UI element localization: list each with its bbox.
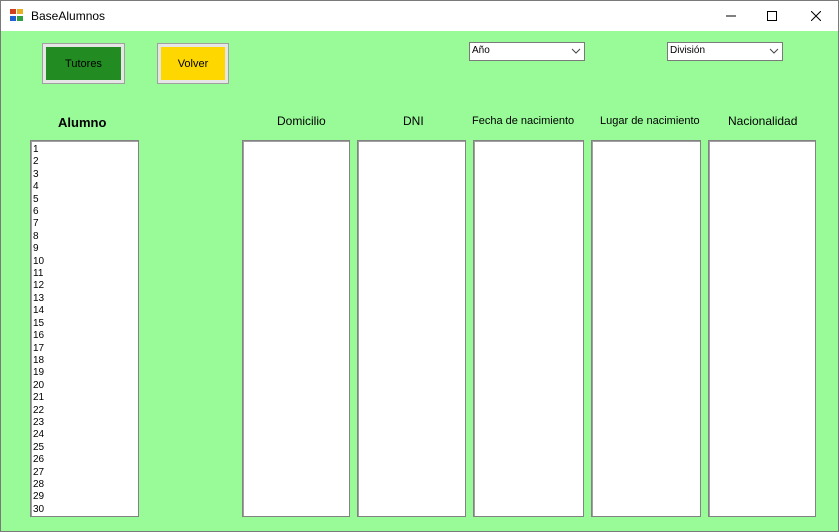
list-item[interactable]: 23 [33, 417, 44, 429]
tutores-button[interactable]: Tutores [42, 43, 125, 84]
fecha-nacimiento-listbox[interactable] [473, 140, 584, 517]
window-title: BaseAlumnos [31, 9, 106, 23]
list-item[interactable]: 28 [33, 479, 44, 491]
lugar-nacimiento-header: Lugar de nacimiento [600, 115, 700, 127]
list-item[interactable]: 24 [33, 429, 44, 441]
list-item[interactable]: 12 [33, 280, 44, 292]
domicilio-header: Domicilio [277, 114, 326, 128]
division-select-value: División [670, 45, 706, 56]
volver-button[interactable]: Volver [157, 43, 229, 84]
minimize-icon [726, 15, 736, 17]
maximize-icon [767, 11, 777, 21]
list-item[interactable]: 26 [33, 454, 44, 466]
anio-select[interactable]: Año [469, 42, 585, 61]
app-window: BaseAlumnos Tutores Volver Año División … [0, 0, 839, 532]
chevron-down-icon [769, 48, 779, 54]
list-item[interactable]: 27 [33, 467, 44, 479]
list-item[interactable]: 21 [33, 392, 44, 404]
list-item[interactable]: 10 [33, 256, 44, 268]
division-select[interactable]: División [667, 42, 783, 61]
list-item[interactable]: 13 [33, 293, 44, 305]
fecha-nacimiento-header: Fecha de nacimiento [472, 115, 575, 127]
close-icon [811, 11, 821, 21]
list-item[interactable]: 3 [33, 169, 44, 181]
list-item[interactable]: 22 [33, 405, 44, 417]
nacionalidad-listbox[interactable] [708, 140, 816, 517]
minimize-button[interactable] [708, 1, 754, 31]
list-item[interactable]: 8 [33, 231, 44, 243]
list-item[interactable]: 14 [33, 305, 44, 317]
list-item[interactable]: 11 [33, 268, 44, 280]
list-item[interactable]: 6 [33, 206, 44, 218]
list-item[interactable]: 30 [33, 504, 44, 516]
title-bar: BaseAlumnos [1, 1, 838, 31]
list-item[interactable]: 25 [33, 442, 44, 454]
alumno-listbox[interactable]: 1 2 3 4 5 6 7 8 9 10 11 12 13 14 15 16 17 18 19 20 21 22 23 24 2… [30, 140, 139, 517]
list-item[interactable]: 1 [33, 144, 44, 156]
chevron-down-icon [571, 48, 581, 54]
volver-button-face: Volver [161, 47, 225, 80]
tutores-button-face: Tutores [46, 47, 121, 80]
close-button[interactable] [793, 1, 839, 31]
list-item[interactable]: 19 [33, 367, 44, 379]
nacionalidad-header: Nacionalidad [728, 114, 798, 128]
list-item[interactable]: 18 [33, 355, 44, 367]
list-item[interactable]: 29 [33, 491, 44, 503]
alumno-list: 1 2 3 4 5 6 7 8 9 10 11 12 13 14 15 16 17 18 19 20 21 22 23 24 2… [33, 144, 44, 516]
list-item[interactable]: 17 [33, 343, 44, 355]
lugar-nacimiento-listbox[interactable] [591, 140, 701, 517]
volver-label: Volver [177, 57, 209, 70]
maximize-button[interactable] [749, 1, 795, 31]
list-item[interactable]: 2 [33, 156, 44, 168]
list-item[interactable]: 5 [33, 194, 44, 206]
list-item[interactable]: 15 [33, 318, 44, 330]
tutores-label: Tutores [65, 57, 102, 70]
list-item[interactable]: 7 [33, 218, 44, 230]
list-item[interactable]: 9 [33, 243, 44, 255]
dni-listbox[interactable] [357, 140, 466, 517]
app-icon [10, 9, 24, 22]
alumno-header: Alumno [58, 115, 107, 130]
domicilio-listbox[interactable] [242, 140, 350, 517]
list-item[interactable]: 20 [33, 380, 44, 392]
list-item[interactable]: 16 [33, 330, 44, 342]
dni-header: DNI [403, 114, 424, 128]
list-item[interactable]: 4 [33, 181, 44, 193]
anio-select-value: Año [472, 45, 490, 56]
